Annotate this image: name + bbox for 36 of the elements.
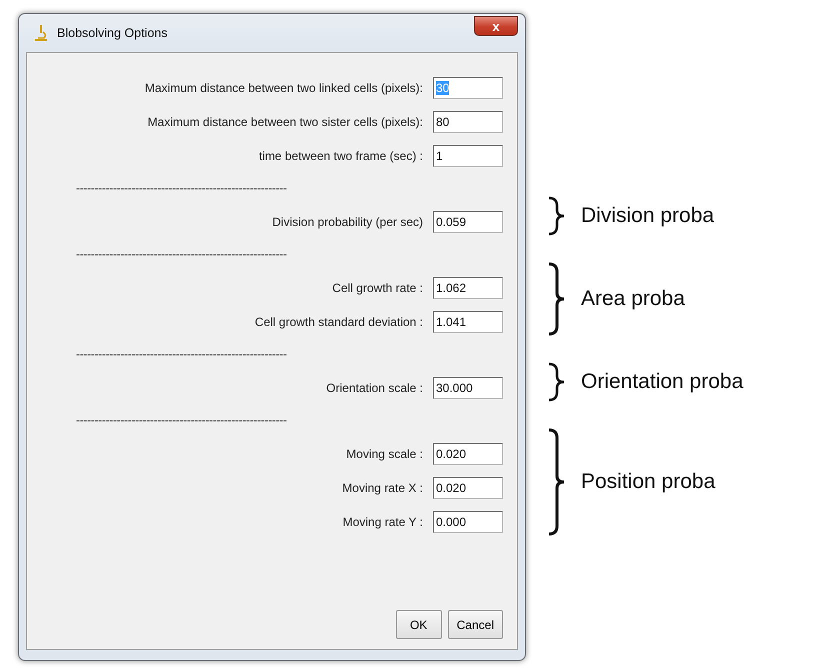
- brace-icon: [547, 262, 567, 336]
- field-label: Division probability (per sec): [272, 215, 423, 229]
- annotation-label: Division proba: [581, 204, 714, 228]
- field-label: time between two frame (sec) :: [258, 149, 423, 163]
- close-button[interactable]: x: [474, 16, 518, 36]
- window-title: Blobsolving Options: [57, 26, 168, 40]
- annotation-label: Position proba: [581, 470, 716, 494]
- annotation-label: Orientation proba: [581, 370, 744, 394]
- separator-text: ---------------------------------------------------------: [75, 347, 288, 363]
- dialog-button[interactable]: Cancel: [448, 610, 503, 639]
- annotation-label: Area proba: [581, 287, 685, 311]
- input-field[interactable]: 80: [433, 111, 503, 133]
- brace-icon: [547, 428, 567, 536]
- input-field[interactable]: 1.062: [433, 277, 503, 299]
- field-label: Moving rate Y :: [342, 515, 423, 529]
- brace-icon: [547, 362, 567, 402]
- separator-text: ---------------------------------------------------------: [75, 181, 288, 197]
- field-label: Cell growth rate :: [332, 281, 423, 295]
- input-field[interactable]: 1.041: [433, 311, 503, 333]
- brace-icon: [547, 196, 567, 236]
- microscope-icon: [34, 24, 48, 42]
- field-label: Moving scale :: [346, 447, 423, 461]
- input-field[interactable]: 1: [433, 145, 503, 167]
- input-field[interactable]: 0.020: [433, 477, 503, 499]
- input-field[interactable]: 30.000: [433, 377, 503, 399]
- separator-text: ---------------------------------------------------------: [75, 247, 288, 263]
- field-label: Moving rate X :: [342, 481, 423, 495]
- separator-text: ---------------------------------------------------------: [75, 413, 288, 429]
- input-field[interactable]: 0.000: [433, 511, 503, 533]
- input-field[interactable]: 0.020: [433, 443, 503, 465]
- field-label: Orientation scale :: [326, 381, 423, 395]
- input-field[interactable]: 0.059: [433, 211, 503, 233]
- dialog-button[interactable]: OK: [396, 610, 442, 639]
- field-label: Maximum distance between two sister cells (pixels):: [148, 115, 423, 129]
- field-label: Maximum distance between two linked cells (pixels):: [144, 81, 423, 95]
- field-label: Cell growth standard deviation :: [254, 315, 423, 329]
